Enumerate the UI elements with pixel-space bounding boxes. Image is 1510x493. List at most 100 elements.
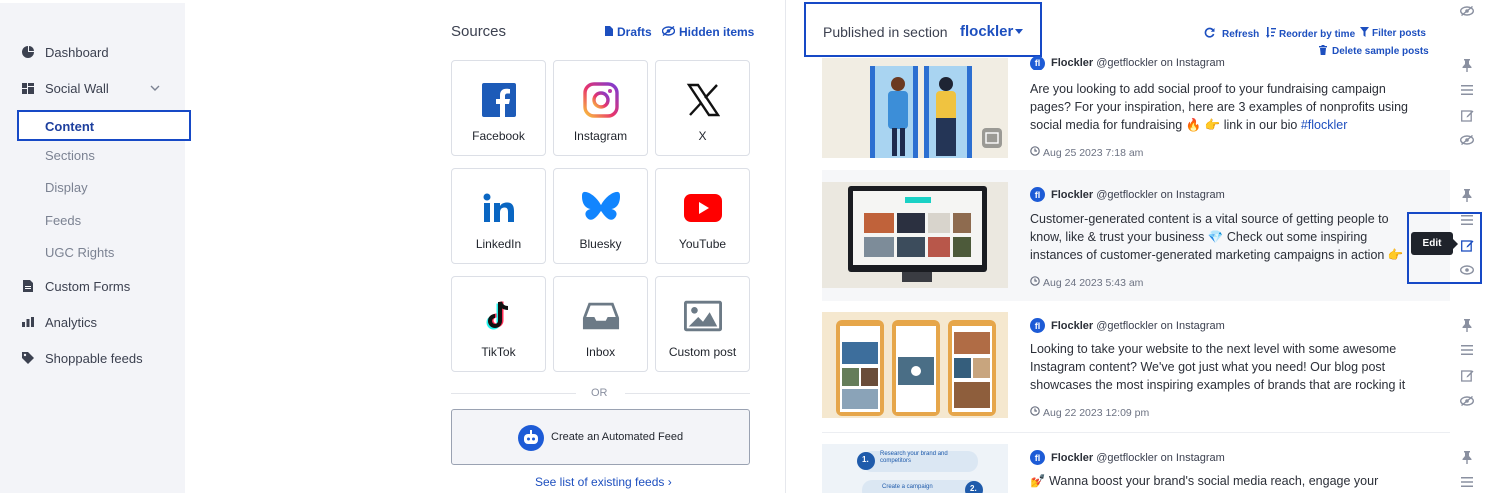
youtube-icon xyxy=(684,189,722,227)
sidebar-item-label: Social Wall xyxy=(45,80,109,96)
robot-icon xyxy=(518,425,544,456)
section-name: flockler xyxy=(960,23,1014,40)
sidebar-item-shoppable-feeds[interactable]: Shoppable feeds xyxy=(0,345,185,371)
source-tile-linkedin[interactable]: LinkedIn xyxy=(451,168,546,264)
see-existing-feeds-link[interactable]: See list of existing feeds › xyxy=(535,475,672,489)
delete-sample-posts-button[interactable]: Delete sample posts xyxy=(1319,45,1429,58)
sidebar-item-social-wall[interactable]: Social Wall xyxy=(0,75,185,101)
author-handle: @getflockler on Instagram xyxy=(1096,188,1225,201)
hidden-items-link[interactable]: Hidden items xyxy=(661,25,754,39)
post-card[interactable]: fl Flockler @getflockler on Instagram Cu… xyxy=(822,170,1450,301)
tiktok-icon xyxy=(480,297,518,335)
sidebar: Dashboard Social Wall Content Sections D… xyxy=(0,3,191,493)
sidebar-item-dashboard[interactable]: Dashboard xyxy=(0,39,185,65)
source-tile-facebook[interactable]: Facebook xyxy=(451,60,546,156)
menu-icon[interactable] xyxy=(1460,343,1474,357)
or-label: OR xyxy=(591,387,608,399)
post-author: fl Flockler @getflockler on Instagram xyxy=(1030,187,1225,202)
sidebar-subitem-ugc-rights[interactable]: UGC Rights xyxy=(45,245,114,260)
source-tile-bluesky[interactable]: Bluesky xyxy=(553,168,648,264)
post-text-line: Instagram content? We've got just what y… xyxy=(1030,360,1386,374)
menu-icon[interactable] xyxy=(1460,83,1474,97)
author-handle: @getflockler on Instagram xyxy=(1096,319,1225,332)
step-text: Create a campaign xyxy=(882,484,933,490)
post-author: fl Flockler @getflockler on Instagram xyxy=(1030,450,1225,465)
sidebar-item-label: Custom Forms xyxy=(45,278,131,294)
post-text-line: Customer-generated content is a vital so… xyxy=(1030,212,1389,226)
tile-label: TikTok xyxy=(481,345,516,359)
source-tile-tiktok[interactable]: TikTok xyxy=(451,276,546,372)
post-card[interactable]: fl Flockler @getflockler on Instagram Lo… xyxy=(822,312,1450,432)
post-thumbnail[interactable]: 1. Research your brand and competitors 2… xyxy=(822,444,1008,493)
hide-eye-icon[interactable] xyxy=(1460,394,1474,408)
source-tile-x[interactable]: X xyxy=(655,60,750,156)
x-icon xyxy=(684,81,722,119)
reorder-by-time-button[interactable]: Reorder by time xyxy=(1266,27,1355,41)
eye-slash-icon xyxy=(661,25,676,39)
edit-icon[interactable] xyxy=(1460,108,1474,122)
trash-icon xyxy=(1319,45,1327,58)
post-text-line: showcases the most inspiring examples of… xyxy=(1030,378,1406,392)
post-thumbnail[interactable] xyxy=(822,58,1008,158)
post-thumbnail[interactable] xyxy=(822,312,1008,418)
pin-icon[interactable] xyxy=(1460,188,1474,202)
post-card[interactable]: Are you looking to add social proof to y… xyxy=(822,58,1450,178)
chevron-down-icon[interactable] xyxy=(150,83,160,94)
tile-label: Inbox xyxy=(585,345,616,359)
filter-icon xyxy=(1360,27,1369,40)
drafts-link[interactable]: Drafts xyxy=(605,25,652,39)
sidebar-subitem-content[interactable]: Content xyxy=(17,110,191,141)
source-tile-youtube[interactable]: YouTube xyxy=(655,168,750,264)
create-automated-feed-button[interactable]: Create an Automated Feed xyxy=(451,409,750,465)
flockler-logo-icon: fl xyxy=(1030,318,1045,333)
bluesky-icon xyxy=(582,189,620,227)
document-icon xyxy=(605,25,613,39)
post-text-line: Are you looking to add social proof to y… xyxy=(1030,82,1386,96)
sidebar-item-custom-forms[interactable]: Custom Forms xyxy=(0,273,185,299)
flockler-logo-icon: fl xyxy=(1030,450,1045,465)
tile-label: Facebook xyxy=(472,129,525,143)
app-root: Dashboard Social Wall Content Sections D… xyxy=(0,0,1510,493)
source-tile-inbox[interactable]: Inbox xyxy=(553,276,648,372)
form-icon xyxy=(22,280,34,292)
panel-divider xyxy=(785,0,786,493)
section-selector[interactable]: Published in section flockler xyxy=(804,2,1042,57)
hide-eye-icon[interactable] xyxy=(1460,133,1474,147)
post-thumbnail[interactable] xyxy=(822,182,1008,288)
post-date-text: Aug 25 2023 7:18 am xyxy=(1043,146,1144,159)
post-author: fl Flockler @getflockler on Instagram xyxy=(1030,56,1225,70)
source-tile-custom-post[interactable]: Custom post xyxy=(655,276,750,372)
pie-chart-icon xyxy=(22,46,34,58)
pin-icon[interactable] xyxy=(1460,318,1474,332)
post-text-line: Looking to take your website to the next… xyxy=(1030,342,1397,356)
hashtag-link[interactable]: #flockler xyxy=(1301,118,1348,132)
edit-icon[interactable] xyxy=(1460,368,1474,382)
post-date: Aug 24 2023 5:43 am xyxy=(1030,276,1143,289)
post-card[interactable]: 1. Research your brand and competitors 2… xyxy=(822,432,1450,493)
sidebar-subitem-sections[interactable]: Sections xyxy=(45,148,95,163)
hide-eye-icon[interactable] xyxy=(1460,4,1474,18)
drafts-label: Drafts xyxy=(617,25,652,39)
source-tile-instagram[interactable]: Instagram xyxy=(553,60,648,156)
post-text-line: social media for fundraising 🔥 👉 link in… xyxy=(1030,116,1415,134)
post-date-text: Aug 24 2023 5:43 am xyxy=(1043,276,1144,289)
tag-icon xyxy=(22,352,34,364)
sidebar-subitem-display[interactable]: Display xyxy=(45,180,88,195)
tile-label: X xyxy=(698,129,707,143)
linkedin-icon xyxy=(480,189,518,227)
post-text: Customer-generated content is a vital so… xyxy=(1030,210,1415,264)
pin-icon[interactable] xyxy=(1460,58,1474,72)
tile-label: Custom post xyxy=(668,345,737,359)
filter-posts-button[interactable]: Filter posts xyxy=(1360,27,1426,40)
reorder-label: Reorder by time xyxy=(1279,28,1356,40)
sidebar-item-analytics[interactable]: Analytics xyxy=(0,309,185,335)
sidebar-subitem-feeds[interactable]: Feeds xyxy=(45,213,81,228)
pin-icon[interactable] xyxy=(1460,450,1474,464)
tile-label: Bluesky xyxy=(579,237,622,251)
refresh-button[interactable]: Refresh xyxy=(1204,27,1259,41)
post-date-text: Aug 22 2023 12:09 pm xyxy=(1043,406,1150,419)
menu-icon[interactable] xyxy=(1460,475,1474,489)
image-icon xyxy=(684,297,722,335)
sidebar-subitem-label: Content xyxy=(45,119,95,134)
delete-samples-label: Delete sample posts xyxy=(1332,46,1429,57)
